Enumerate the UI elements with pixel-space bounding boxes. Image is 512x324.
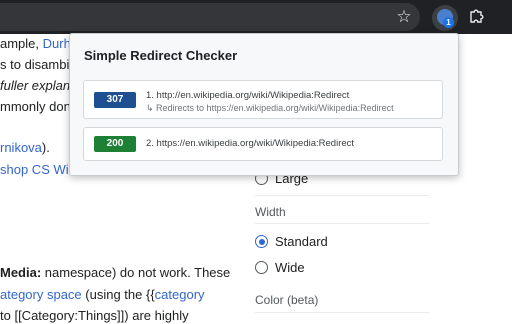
redirect-result-1: 307 1. http://en.wikipedia.org/wiki/Wiki… bbox=[83, 80, 443, 119]
result-url: 1. http://en.wikipedia.org/wiki/Wikipedi… bbox=[146, 90, 350, 101]
status-badge-200: 200 bbox=[94, 136, 136, 152]
option-label: Standard bbox=[275, 234, 328, 249]
text: ample, bbox=[0, 36, 43, 51]
redirect-checker-extension-button[interactable]: 1 bbox=[432, 5, 458, 31]
star-icon[interactable]: ☆ bbox=[394, 7, 414, 27]
divider bbox=[255, 223, 430, 224]
status-badge-307: 307 bbox=[94, 92, 136, 108]
article-text-line: ample, Durha bbox=[0, 36, 78, 52]
bold-text: Media: bbox=[0, 265, 42, 280]
divider bbox=[255, 312, 430, 313]
redirect-checker-popup: Simple Redirect Checker 307 1. http://en… bbox=[69, 33, 459, 176]
result-url: 2. https://en.wikipedia.org/wiki/Wikiped… bbox=[146, 138, 355, 149]
width-wide-option[interactable]: Wide bbox=[255, 260, 305, 275]
article-text-line: s to disambig bbox=[0, 57, 77, 73]
text: s to disambig bbox=[0, 57, 77, 72]
article-text-line: rnikova). bbox=[0, 140, 50, 156]
text: namespace) do not work. These bbox=[41, 265, 231, 280]
address-bar[interactable] bbox=[0, 3, 420, 31]
article-link[interactable]: shop CS Wi bbox=[0, 162, 69, 178]
radio-wide[interactable] bbox=[255, 261, 268, 274]
article-text-line: to [[Category:Things]]) are highly bbox=[0, 308, 189, 323]
puzzle-icon[interactable] bbox=[468, 8, 484, 24]
article-link[interactable]: category bbox=[155, 287, 205, 302]
divider bbox=[255, 195, 430, 196]
article-link[interactable]: ategory space bbox=[0, 287, 82, 302]
redirect-target: ↳ Redirects to https://en.wikipedia.org/… bbox=[146, 103, 394, 113]
browser-toolbar: ☆ 1 bbox=[0, 0, 512, 34]
article-text-line: ategory space (using the {{category bbox=[0, 287, 205, 303]
radio-standard[interactable] bbox=[255, 235, 268, 248]
article-link[interactable]: rnikova bbox=[0, 140, 42, 155]
article-text-line: Media: namespace) do not work. These bbox=[0, 265, 230, 281]
color-heading: Color (beta) bbox=[255, 293, 319, 307]
extension-badge: 1 bbox=[443, 17, 454, 28]
text: (using the {{ bbox=[81, 287, 155, 302]
redirect-result-2: 200 2. https://en.wikipedia.org/wiki/Wik… bbox=[83, 127, 443, 161]
option-label: Wide bbox=[275, 260, 305, 275]
width-standard-option[interactable]: Standard bbox=[255, 234, 328, 249]
popup-title: Simple Redirect Checker bbox=[84, 48, 238, 63]
width-heading: Width bbox=[255, 205, 286, 219]
article-text-line: fuller explan bbox=[0, 78, 71, 93]
text: ). bbox=[41, 140, 50, 155]
article-text-line: mmonly don bbox=[0, 99, 71, 114]
